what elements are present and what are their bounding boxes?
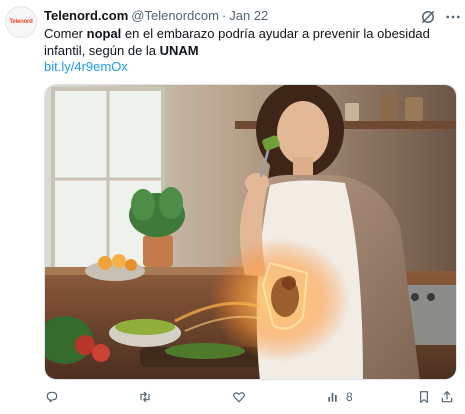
like-icon	[233, 392, 245, 403]
avatar[interactable]: Telenord	[5, 6, 37, 38]
avatar-logo: Telenord	[9, 19, 33, 25]
share-icon	[441, 391, 453, 403]
retweet-icon	[140, 391, 150, 403]
user-handle[interactable]: @Telenordcom	[131, 8, 219, 23]
tweet-bold-unam: UNAM	[159, 42, 199, 58]
tweet-header: Telenord.com @Telenordcom · Jan 22	[44, 8, 268, 26]
display-name[interactable]: Telenord.com	[44, 8, 128, 23]
separator: ·	[221, 8, 227, 23]
timestamp[interactable]: Jan 22	[229, 8, 268, 23]
tweet-link[interactable]: bit.ly/4r9emOx	[44, 59, 459, 76]
tweet-image[interactable]	[44, 84, 457, 380]
grok-icon[interactable]	[419, 8, 437, 26]
reply-button[interactable]	[44, 386, 60, 408]
more-icon[interactable]	[444, 8, 462, 26]
reply-icon	[46, 391, 58, 403]
views-count: 8	[346, 390, 353, 404]
tweet[interactable]: Telenord Telenord.com @Telenordcom · Jan…	[0, 0, 465, 414]
bookmark-button[interactable]	[416, 386, 432, 408]
views-icon	[328, 393, 337, 402]
tweet-text-part: Comer	[44, 26, 87, 41]
action-bar: 8	[44, 386, 464, 408]
retweet-button[interactable]	[137, 386, 153, 408]
tweet-text: Comer nopal en el embarazo podría ayudar…	[44, 26, 459, 76]
bookmark-icon	[420, 391, 428, 403]
share-button[interactable]	[439, 386, 455, 408]
like-button[interactable]	[231, 386, 247, 408]
views-button[interactable]: 8	[325, 386, 353, 408]
tweet-bold-nopal: nopal	[86, 26, 122, 41]
kitchen-illustration	[45, 85, 456, 379]
